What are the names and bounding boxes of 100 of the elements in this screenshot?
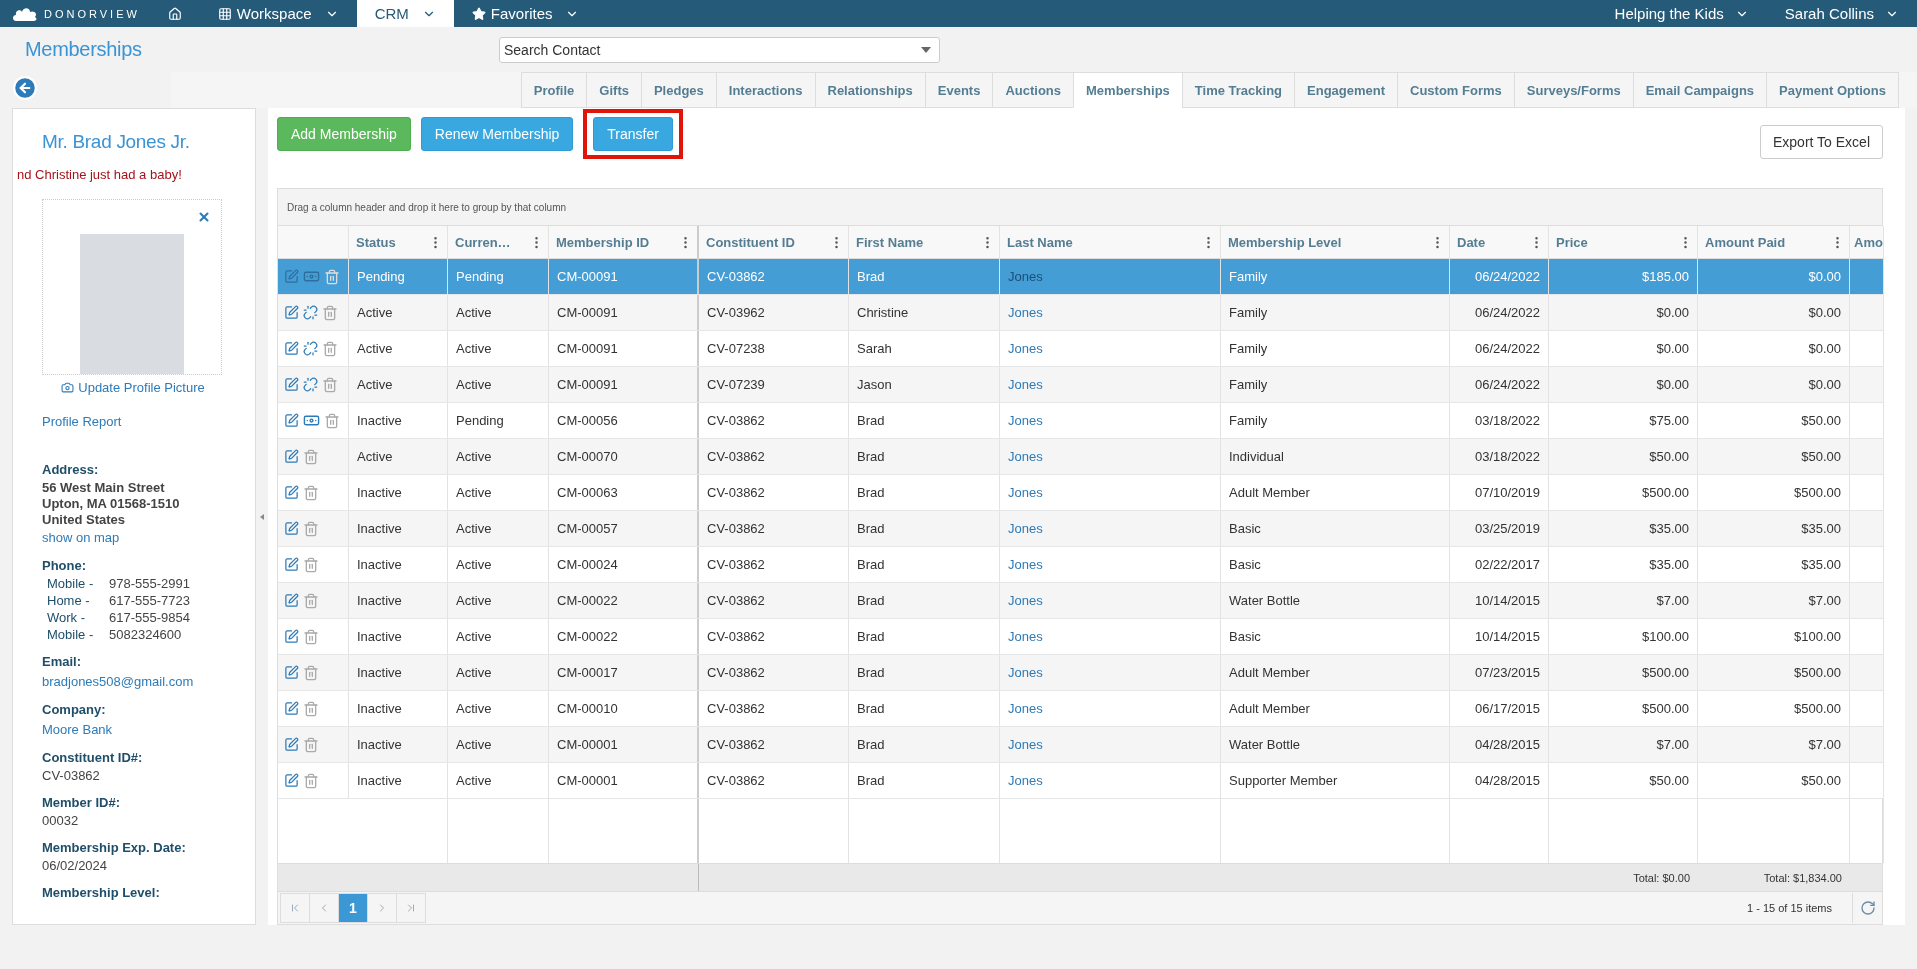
nav-menu[interactable]: Helping the Kids <box>1596 0 1767 27</box>
trash-icon[interactable] <box>322 376 338 393</box>
nav-menu[interactable]: Sarah Collins <box>1766 0 1917 27</box>
edit-icon[interactable] <box>284 701 299 716</box>
tab[interactable]: Events <box>924 72 994 108</box>
trash-icon[interactable] <box>303 736 319 753</box>
column-header[interactable]: Amount Paid <box>1698 226 1850 259</box>
unlink-icon[interactable] <box>303 305 318 320</box>
edit-icon[interactable] <box>284 593 299 608</box>
trash-icon[interactable] <box>322 340 338 357</box>
column-header[interactable]: Price <box>1549 226 1698 259</box>
page-button[interactable]: 1 <box>338 893 368 923</box>
table-row[interactable]: Inactive Active CM-00001 CV-03862 Brad Jones Supporter Member 04/28/2015 $50.00 $50.00 <box>278 763 1884 799</box>
table-row[interactable]: Inactive Active CM-00017 CV-03862 Brad Jones Adult Member 07/23/2015 $500.00 $500.00 <box>278 655 1884 691</box>
action-button[interactable]: Transfer <box>593 117 673 151</box>
name-link[interactable]: Jones <box>1008 701 1043 716</box>
export-button[interactable]: Export To Excel <box>1760 125 1883 159</box>
tab[interactable]: Profile <box>520 72 588 108</box>
name-link[interactable]: Jones <box>1008 485 1043 500</box>
column-header[interactable]: Membership ID <box>549 226 699 259</box>
trash-icon[interactable] <box>324 268 340 285</box>
collapse-handle-icon[interactable] <box>260 513 264 520</box>
table-row[interactable]: Inactive Active CM-00057 CV-03862 Brad Jones Basic 03/25/2019 $35.00 $35.00 <box>278 511 1884 547</box>
unlink-icon[interactable] <box>303 377 318 392</box>
table-row[interactable]: Inactive Active CM-00001 CV-03862 Brad Jones Water Bottle 04/28/2015 $7.00 $7.00 <box>278 727 1884 763</box>
table-row[interactable]: Active Active CM-00070 CV-03862 Brad Jones Individual 03/18/2022 $50.00 $50.00 <box>278 439 1884 475</box>
trash-icon[interactable] <box>324 412 340 429</box>
trash-icon[interactable] <box>303 556 319 573</box>
edit-icon[interactable] <box>284 557 299 572</box>
tab[interactable]: Engagement <box>1294 72 1399 108</box>
edit-icon[interactable] <box>284 521 299 536</box>
trash-icon[interactable] <box>303 664 319 681</box>
trash-icon[interactable] <box>303 772 319 789</box>
table-row[interactable]: Inactive Active CM-00022 CV-03862 Brad Jones Basic 10/14/2015 $100.00 $100.00 <box>278 619 1884 655</box>
nav-menu[interactable]: Favorites <box>453 0 598 27</box>
column-header[interactable]: Last Name <box>1000 226 1221 259</box>
column-header[interactable]: Membership Level <box>1221 226 1450 259</box>
nav-menu[interactable]: CRM <box>356 0 454 27</box>
update-picture-link[interactable]: Update Profile Picture <box>61 380 205 395</box>
edit-icon[interactable] <box>284 485 299 500</box>
table-row[interactable]: Inactive Active CM-00063 CV-03862 Brad Jones Adult Member 07/10/2019 $500.00 $500.00 <box>278 475 1884 511</box>
table-row[interactable]: Inactive Active CM-00024 CV-03862 Brad Jones Basic 02/22/2017 $35.00 $35.00 <box>278 547 1884 583</box>
column-header[interactable]: Date <box>1450 226 1549 259</box>
trash-icon[interactable] <box>322 304 338 321</box>
tab[interactable]: Custom Forms <box>1397 72 1515 108</box>
tab[interactable]: Relationships <box>814 72 926 108</box>
name-link[interactable]: Jones <box>1008 557 1043 572</box>
field-link[interactable]: bradjones508@gmail.com <box>42 674 194 689</box>
trash-icon[interactable] <box>303 592 319 609</box>
tab[interactable]: Time Tracking <box>1181 72 1295 108</box>
table-row[interactable]: Active Active CM-00091 CV-03962 Christine Jones Family 06/24/2022 $0.00 $0.00 <box>278 295 1884 331</box>
trash-icon[interactable] <box>303 520 319 537</box>
column-header[interactable]: Constituent ID <box>699 226 849 259</box>
map-link[interactable]: show on map <box>42 530 120 545</box>
unlink-icon[interactable] <box>303 341 318 356</box>
profile-report-link[interactable]: Profile Report <box>42 414 122 429</box>
field-link[interactable]: Moore Bank <box>42 722 113 737</box>
search-field[interactable]: Search Contact <box>499 36 940 63</box>
edit-icon[interactable] <box>284 773 299 788</box>
name-link[interactable]: Jones <box>1008 665 1043 680</box>
tab[interactable]: Memberships <box>1073 72 1183 108</box>
table-row[interactable]: Pending Pending CM-00091 CV-03862 Brad Jones Family 06/24/2022 $185.00 $0.00 <box>278 259 1884 295</box>
column-header[interactable]: Curren… <box>448 226 549 259</box>
action-button[interactable]: Renew Membership <box>420 117 574 151</box>
tab[interactable]: Interactions <box>715 72 816 108</box>
edit-icon[interactable] <box>284 305 299 320</box>
tab[interactable]: Auctions <box>992 72 1074 108</box>
trash-icon[interactable] <box>303 448 319 465</box>
back-icon[interactable] <box>12 75 38 101</box>
column-header[interactable]: Status <box>349 226 448 259</box>
name-link[interactable]: Jones <box>1008 413 1043 428</box>
edit-icon[interactable] <box>284 341 299 356</box>
edit-icon[interactable] <box>284 377 299 392</box>
name-link[interactable]: Jones <box>1008 521 1043 536</box>
tab[interactable]: Surveys/Forms <box>1513 72 1634 108</box>
table-row[interactable]: Inactive Pending CM-00056 CV-03862 Brad Jones Family 03/18/2022 $75.00 $50.00 <box>278 403 1884 439</box>
edit-icon[interactable] <box>284 449 299 464</box>
name-link[interactable]: Jones <box>1008 593 1043 608</box>
table-row[interactable]: Active Active CM-00091 CV-07238 Sarah Jones Family 06/24/2022 $0.00 $0.00 <box>278 331 1884 367</box>
edit-icon[interactable] <box>284 629 299 644</box>
edit-icon[interactable] <box>284 413 299 428</box>
edit-icon[interactable] <box>284 737 299 752</box>
edit-icon[interactable] <box>284 665 299 680</box>
trash-icon[interactable] <box>303 628 319 645</box>
name-link[interactable]: Jones <box>1008 773 1043 788</box>
tab[interactable]: Pledges <box>640 72 717 108</box>
name-link[interactable]: Jones <box>1008 269 1043 284</box>
tab[interactable]: Payment Options <box>1766 72 1899 108</box>
trash-icon[interactable] <box>303 484 319 501</box>
name-link[interactable]: Jones <box>1008 377 1043 392</box>
name-link[interactable]: Jones <box>1008 737 1043 752</box>
table-row[interactable]: Inactive Active CM-00022 CV-03862 Brad Jones Water Bottle 10/14/2015 $7.00 $7.00 <box>278 583 1884 619</box>
name-link[interactable]: Jones <box>1008 305 1043 320</box>
table-row[interactable]: Inactive Active CM-00010 CV-03862 Brad Jones Adult Member 06/17/2015 $500.00 $500.00 <box>278 691 1884 727</box>
tab[interactable]: Email Campaigns <box>1632 72 1768 108</box>
table-row[interactable]: Active Active CM-00091 CV-07239 Jason Jones Family 06/24/2022 $0.00 $0.00 <box>278 367 1884 403</box>
tab[interactable]: Gifts <box>586 72 642 108</box>
nav-menu[interactable]: Workspace <box>199 0 357 27</box>
name-link[interactable]: Jones <box>1008 629 1043 644</box>
column-header[interactable]: Amo <box>1850 226 1884 259</box>
